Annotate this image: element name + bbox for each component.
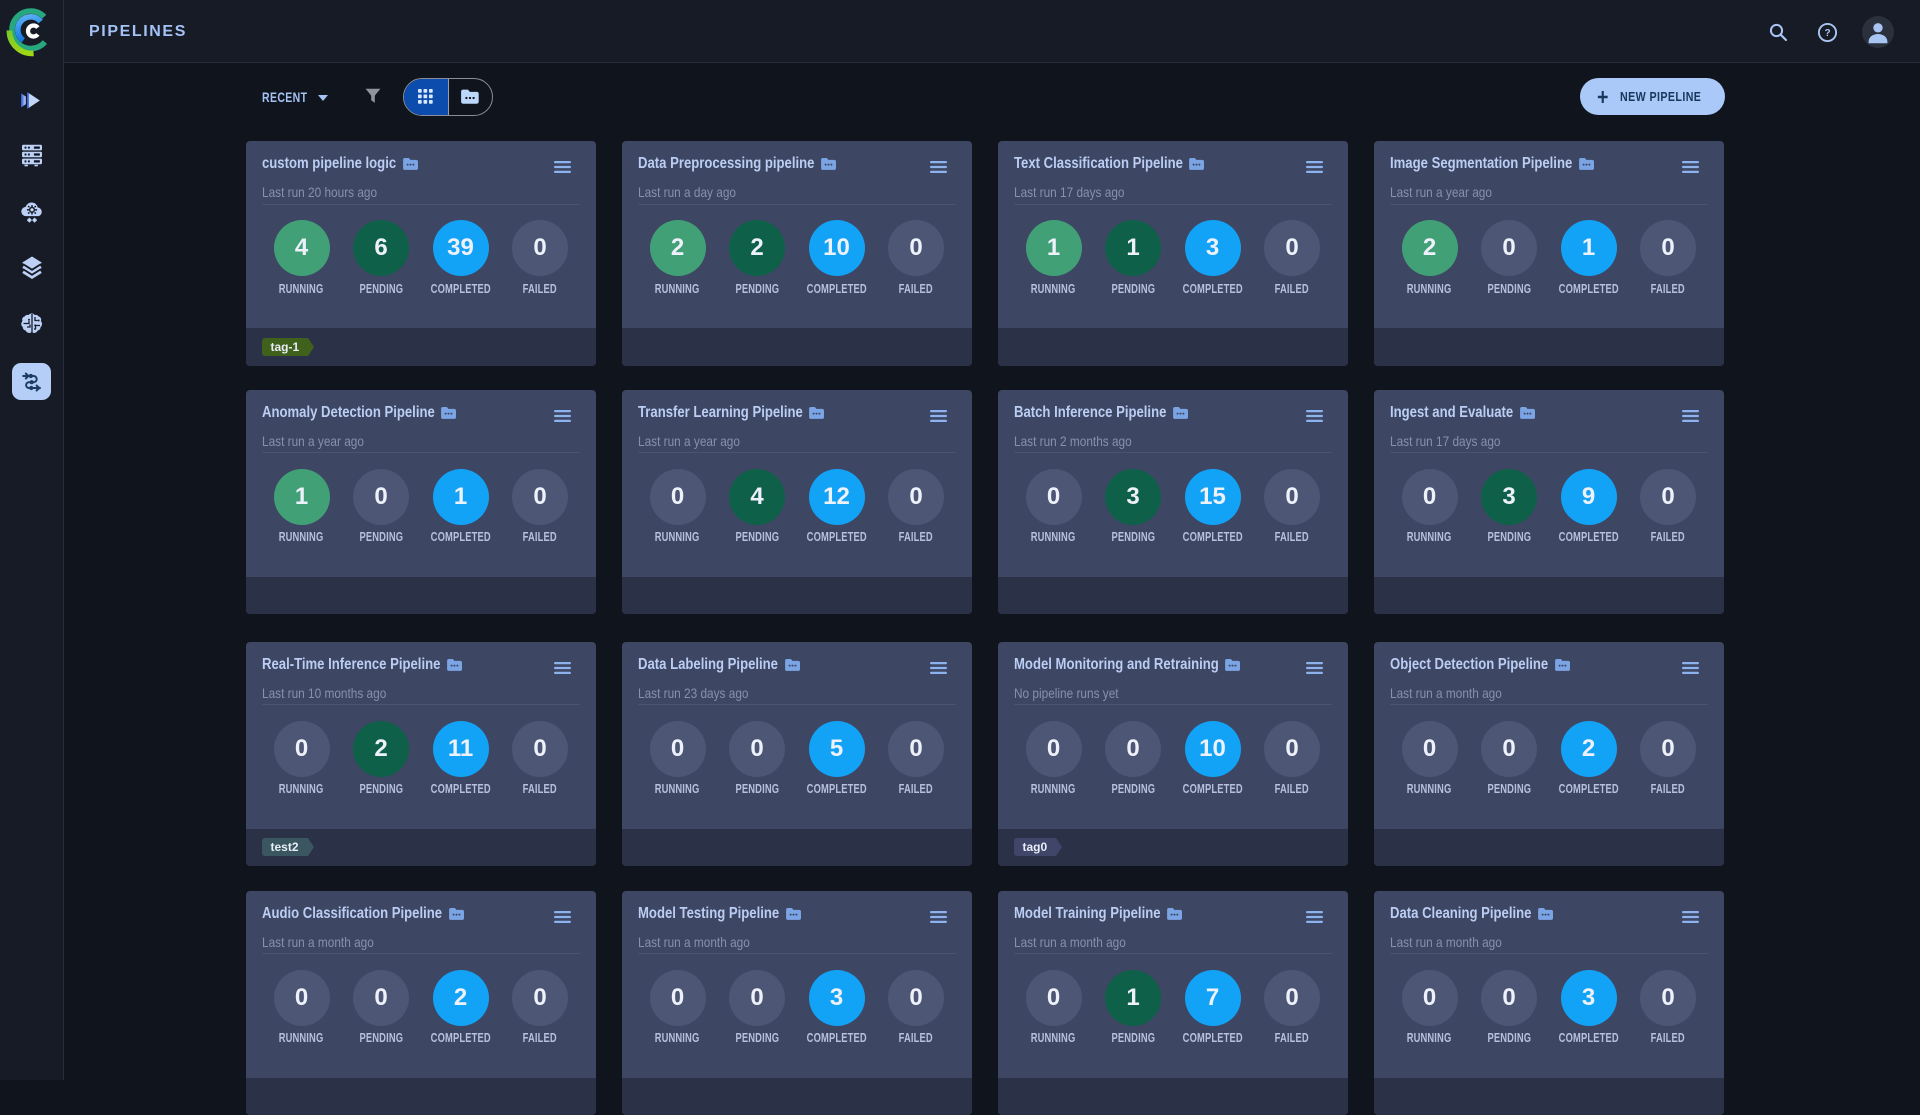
svg-text:?: ?: [1824, 28, 1830, 39]
